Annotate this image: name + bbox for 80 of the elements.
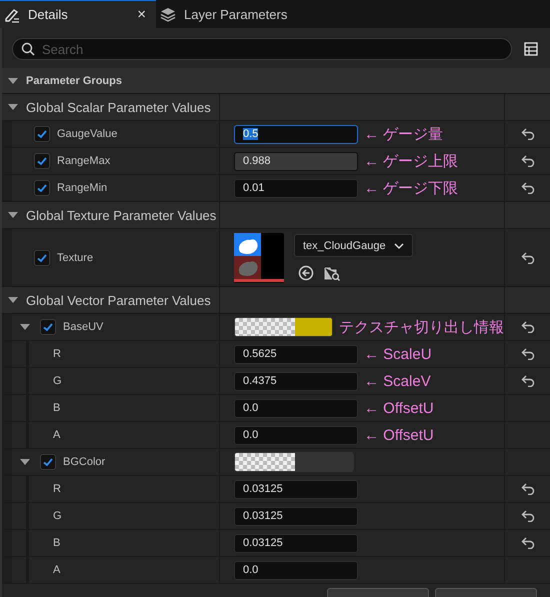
checkmark-icon <box>42 456 54 468</box>
number-field[interactable]: 0.5625 <box>234 344 358 364</box>
reset-arrow-icon[interactable] <box>520 155 534 167</box>
group-title: Global Scalar Parameter Values <box>26 100 211 114</box>
checkmark-icon <box>36 128 48 140</box>
reset-arrow-icon[interactable] <box>520 375 534 387</box>
parameter-name: GaugeValue <box>57 128 118 140</box>
expand-arrow-icon[interactable] <box>8 104 18 110</box>
reset-arrow-icon[interactable] <box>520 182 534 194</box>
reset-arrow-icon[interactable] <box>520 510 534 522</box>
parameter-name: Texture <box>57 252 94 264</box>
search-field[interactable]: Search <box>12 38 512 60</box>
channel-name: A <box>53 564 60 576</box>
annotation-text: ← ScaleV <box>364 372 431 390</box>
checkmark-icon <box>42 321 54 333</box>
annotation-text: ← ゲージ上限 <box>364 152 458 170</box>
checkbox[interactable] <box>34 153 50 169</box>
browse-folder-icon[interactable] <box>324 265 340 281</box>
group-title: Global Texture Parameter Values <box>26 208 216 222</box>
annotation-text: ← ScaleU <box>364 346 432 362</box>
number-field[interactable]: 0.0 <box>234 398 358 418</box>
search-icon <box>21 42 35 56</box>
reset-arrow-icon[interactable] <box>520 483 534 495</box>
channel-name: G <box>53 375 62 387</box>
annotation-text: ← ゲージ量 <box>364 124 444 144</box>
annotation-text: テクスチャ切り出し情報 <box>339 318 504 336</box>
close-icon[interactable]: × <box>137 6 146 23</box>
checkbox[interactable] <box>40 319 56 335</box>
checkmark-icon <box>36 182 48 194</box>
number-field[interactable]: 0.5 <box>234 124 358 144</box>
section-header: Parameter Groups <box>26 74 122 86</box>
annotation-text: ← OffsetU <box>364 426 434 444</box>
table-view-icon[interactable] <box>524 42 538 56</box>
annotation-text: ← ゲージ下限 <box>364 178 458 198</box>
parameter-name: BGColor <box>63 456 106 468</box>
reset-arrow-icon[interactable] <box>520 321 534 333</box>
expand-arrow-icon[interactable] <box>8 297 18 303</box>
channel-name: A <box>53 429 60 441</box>
reset-arrow-icon[interactable] <box>520 252 534 264</box>
checkbox[interactable] <box>40 454 56 470</box>
expand-arrow-icon[interactable] <box>8 78 18 84</box>
number-field[interactable]: 0.988 <box>234 152 358 170</box>
color-swatch[interactable] <box>234 317 333 337</box>
expand-arrow-icon[interactable] <box>8 212 18 218</box>
parameter-name: RangeMin <box>57 182 108 194</box>
checkbox[interactable] <box>34 250 50 266</box>
number-field[interactable]: 0.03125 <box>234 534 358 552</box>
color-swatch[interactable] <box>234 452 354 472</box>
annotation-text: ← OffsetU <box>364 400 434 416</box>
chevron-down-icon <box>394 242 404 250</box>
number-field[interactable]: 0.03125 <box>234 506 358 526</box>
checkmark-icon <box>36 252 48 264</box>
number-field[interactable]: 0.0 <box>234 426 358 444</box>
number-field[interactable]: 0.0 <box>234 560 358 580</box>
pencil-icon <box>4 6 20 22</box>
reset-arrow-icon[interactable] <box>520 537 534 549</box>
channel-name: B <box>53 402 60 414</box>
layers-icon <box>160 6 176 22</box>
checkbox[interactable] <box>34 180 50 196</box>
channel-name: B <box>53 537 60 549</box>
number-field[interactable]: 0.01 <box>234 178 358 198</box>
number-field[interactable]: 0.4375 <box>234 372 358 390</box>
number-field[interactable]: 0.03125 <box>234 480 358 498</box>
parameter-name: RangeMax <box>57 155 110 167</box>
expand-arrow-icon[interactable] <box>20 459 30 465</box>
expand-arrow-icon[interactable] <box>20 324 30 330</box>
panel-tab[interactable]: Layer Parameters <box>156 0 298 28</box>
checkbox[interactable] <box>34 126 50 142</box>
texture-thumbnail[interactable] <box>234 232 284 282</box>
checkmark-icon <box>36 155 48 167</box>
channel-name: R <box>53 348 61 360</box>
group-title: Global Vector Parameter Values <box>26 292 211 308</box>
reset-arrow-icon[interactable] <box>520 348 534 360</box>
channel-name: G <box>53 510 62 522</box>
use-asset-icon[interactable] <box>298 265 314 281</box>
channel-name: R <box>53 483 61 495</box>
reset-arrow-icon[interactable] <box>520 128 534 140</box>
panel-tab[interactable]: Details × <box>0 0 156 28</box>
parameter-name: BaseUV <box>63 321 104 333</box>
asset-dropdown[interactable]: tex_CloudGauge <box>294 234 413 257</box>
